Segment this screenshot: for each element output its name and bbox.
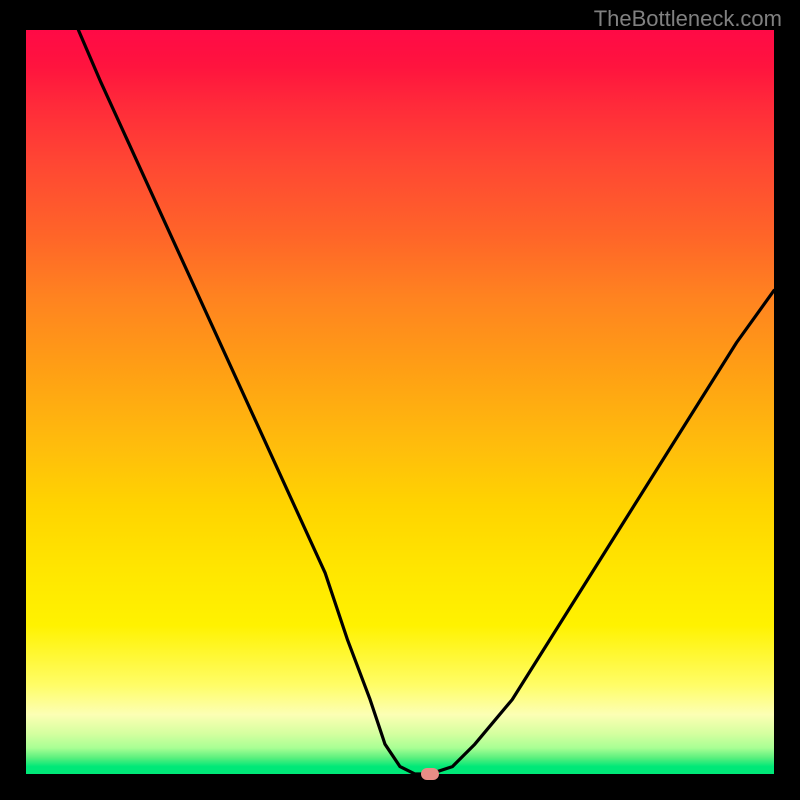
plot-area — [26, 30, 774, 774]
bottleneck-curve — [26, 30, 774, 774]
chart-frame: TheBottleneck.com — [0, 0, 800, 800]
watermark-text: TheBottleneck.com — [594, 6, 782, 32]
optimal-point-marker — [421, 768, 439, 780]
